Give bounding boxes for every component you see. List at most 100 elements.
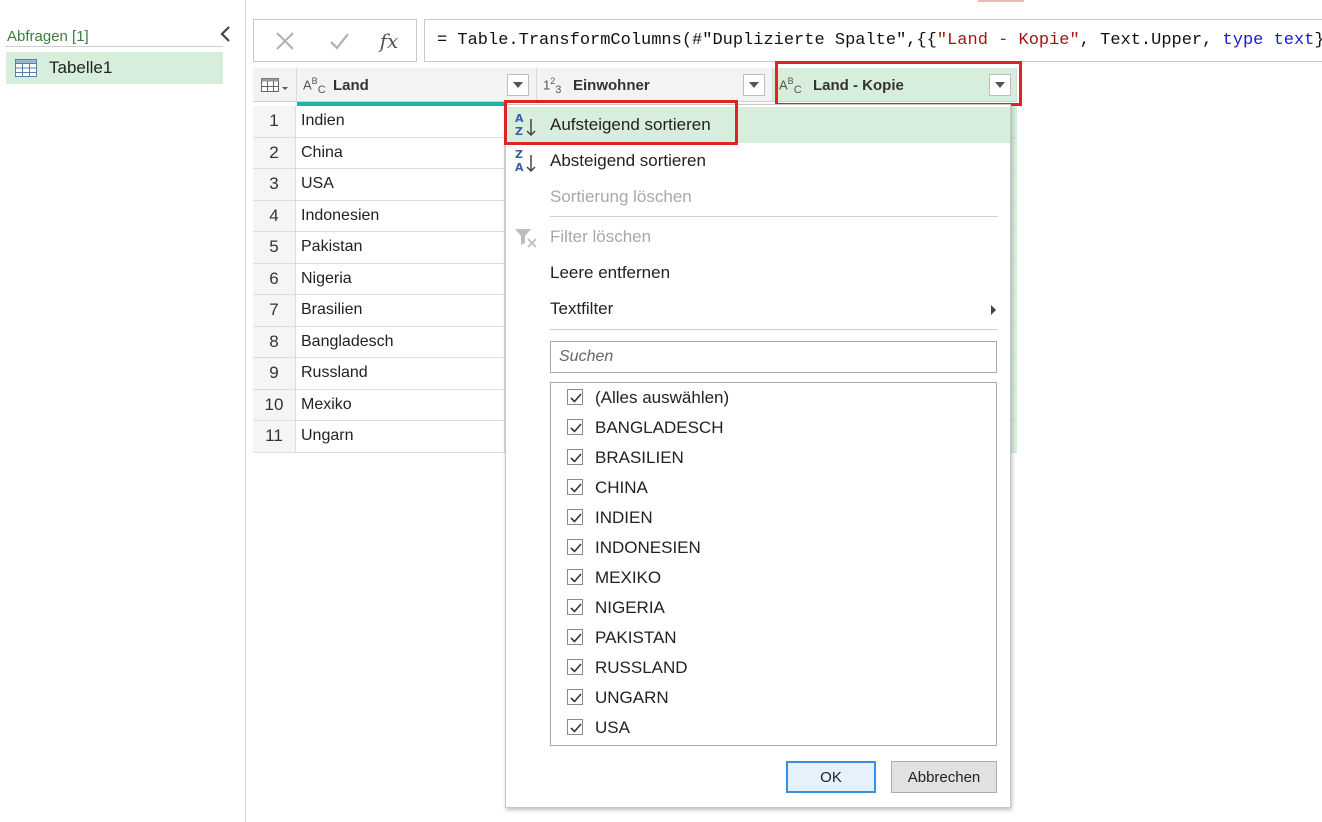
menu-item-remove-empty[interactable]: Leere entfernen bbox=[506, 255, 1010, 291]
checkmark-icon bbox=[570, 453, 582, 463]
formula-tools: fx bbox=[253, 19, 417, 62]
checkbox[interactable] bbox=[567, 419, 583, 435]
formula-text: = Table.TransformColumns(#"Duplizierte S… bbox=[437, 31, 1322, 50]
menu-item-sort-ascending[interactable]: AZ Aufsteigend sortieren bbox=[506, 107, 1010, 143]
checkbox[interactable] bbox=[567, 599, 583, 615]
check-icon[interactable] bbox=[324, 28, 354, 54]
checkbox[interactable] bbox=[567, 449, 583, 465]
menu-divider bbox=[550, 216, 998, 217]
formula-suffix: }}) bbox=[1314, 31, 1322, 50]
svg-text:Z: Z bbox=[515, 125, 523, 138]
column-filter-button[interactable] bbox=[507, 74, 529, 96]
number-type-icon[interactable]: 123 bbox=[543, 76, 561, 96]
checkmark-icon bbox=[570, 573, 582, 583]
formula-string: "Land - Kopie" bbox=[936, 31, 1080, 50]
search-input[interactable] bbox=[550, 341, 997, 373]
kopie-cell-bg bbox=[1011, 358, 1017, 389]
land-cell[interactable]: Brasilien bbox=[301, 301, 362, 319]
checkbox[interactable] bbox=[567, 689, 583, 705]
clear-filter-icon bbox=[514, 223, 538, 251]
checkbox[interactable] bbox=[567, 629, 583, 645]
menu-item-clear-sort[interactable]: Sortierung löschen bbox=[506, 179, 1010, 215]
top-accent-line bbox=[978, 0, 1024, 2]
menu-item-sort-descending[interactable]: ZA Absteigend sortieren bbox=[506, 143, 1010, 179]
checkmark-icon bbox=[570, 543, 582, 553]
ok-button[interactable]: OK bbox=[786, 761, 876, 793]
checklist-item[interactable]: UNGARN bbox=[551, 683, 996, 713]
checklist-label: USA bbox=[595, 718, 630, 737]
checkbox[interactable] bbox=[567, 569, 583, 585]
query-item-tabelle1[interactable]: Tabelle1 bbox=[6, 52, 223, 84]
close-icon[interactable] bbox=[270, 28, 300, 54]
column-header-land[interactable]: ABC Land bbox=[297, 68, 537, 102]
land-cell[interactable]: Ungarn bbox=[301, 427, 353, 445]
checklist-label: UNGARN bbox=[595, 688, 669, 707]
column-header-label: Land bbox=[333, 77, 369, 94]
formula-keyword-type: type bbox=[1222, 31, 1264, 50]
menu-item-label: Leere entfernen bbox=[550, 263, 671, 282]
land-cell[interactable]: Nigeria bbox=[301, 270, 352, 288]
land-cell[interactable]: Pakistan bbox=[301, 238, 362, 256]
cancel-button[interactable]: Abbrechen bbox=[891, 761, 997, 793]
text-type-icon[interactable]: ABC bbox=[779, 76, 802, 96]
checklist-item[interactable]: MEXIKO bbox=[551, 563, 996, 593]
column-filter-button[interactable] bbox=[743, 74, 765, 96]
checklist-item[interactable]: INDIEN bbox=[551, 503, 996, 533]
formula-keyword-text: text bbox=[1273, 31, 1315, 50]
checkmark-icon bbox=[570, 423, 582, 433]
kopie-cell-bg bbox=[1011, 295, 1017, 326]
checklist-item[interactable]: INDONESIEN bbox=[551, 533, 996, 563]
checkbox[interactable] bbox=[567, 719, 583, 735]
column-filter-button[interactable] bbox=[989, 74, 1011, 96]
fx-icon[interactable]: fx bbox=[374, 28, 404, 54]
text-type-icon[interactable]: ABC bbox=[303, 76, 326, 96]
checklist-label: BANGLADESCH bbox=[595, 418, 724, 437]
svg-text:Z: Z bbox=[515, 148, 523, 161]
collapse-pane-button[interactable] bbox=[216, 24, 236, 44]
menu-item-label: Filter löschen bbox=[550, 227, 652, 246]
row-number: 1 bbox=[253, 106, 296, 137]
checkbox[interactable] bbox=[567, 509, 583, 525]
checklist-item[interactable]: BRASILIEN bbox=[551, 443, 996, 473]
land-cell[interactable]: Indien bbox=[301, 112, 345, 130]
chevron-down-icon bbox=[513, 82, 523, 88]
land-cell[interactable]: Bangladesch bbox=[301, 333, 394, 351]
checklist-label: RUSSLAND bbox=[595, 658, 688, 677]
table-menu-corner[interactable] bbox=[253, 68, 297, 102]
row-number: 11 bbox=[253, 421, 296, 452]
checklist-label: BRASILIEN bbox=[595, 448, 684, 467]
menu-item-text-filter[interactable]: Textfilter bbox=[506, 291, 1010, 327]
land-cell[interactable]: Mexiko bbox=[301, 396, 352, 414]
formula-input[interactable]: = Table.TransformColumns(#"Duplizierte S… bbox=[424, 19, 1322, 62]
checkmark-icon bbox=[570, 483, 582, 493]
menu-item-clear-filter[interactable]: Filter löschen bbox=[506, 219, 1010, 255]
checkmark-icon bbox=[570, 603, 582, 613]
checkbox[interactable] bbox=[567, 389, 583, 405]
land-cell[interactable]: China bbox=[301, 144, 343, 162]
formula-space bbox=[1263, 31, 1273, 50]
checkbox[interactable] bbox=[567, 479, 583, 495]
checkbox[interactable] bbox=[567, 539, 583, 555]
menu-item-label: Aufsteigend sortieren bbox=[550, 115, 711, 134]
kopie-cell-bg bbox=[1011, 263, 1017, 294]
checkbox[interactable] bbox=[567, 659, 583, 675]
land-cell[interactable]: USA bbox=[301, 175, 334, 193]
queries-divider bbox=[5, 46, 223, 47]
land-cell[interactable]: Indonesien bbox=[301, 207, 379, 225]
checklist-item[interactable]: PAKISTAN bbox=[551, 623, 996, 653]
column-header-land-kopie[interactable]: ABC Land - Kopie bbox=[773, 68, 1017, 102]
query-item-label: Tabelle1 bbox=[49, 58, 113, 77]
kopie-cell-bg bbox=[1011, 169, 1017, 200]
checklist-item[interactable]: BANGLADESCH bbox=[551, 413, 996, 443]
checklist-item[interactable]: (Alles auswählen) bbox=[551, 383, 996, 413]
checklist-label: PAKISTAN bbox=[595, 628, 677, 647]
checklist-item[interactable]: RUSSLAND bbox=[551, 653, 996, 683]
checklist-item[interactable]: NIGERIA bbox=[551, 593, 996, 623]
checklist-item[interactable]: CHINA bbox=[551, 473, 996, 503]
checklist-item[interactable]: USA bbox=[551, 713, 996, 743]
column-header-einwohner[interactable]: 123 Einwohner bbox=[537, 68, 773, 102]
land-cell[interactable]: Russland bbox=[301, 364, 368, 382]
formula-prefix: = Table.TransformColumns(#"Duplizierte S… bbox=[437, 31, 937, 50]
kopie-cell-bg bbox=[1011, 232, 1017, 263]
chevron-down-icon bbox=[995, 82, 1005, 88]
